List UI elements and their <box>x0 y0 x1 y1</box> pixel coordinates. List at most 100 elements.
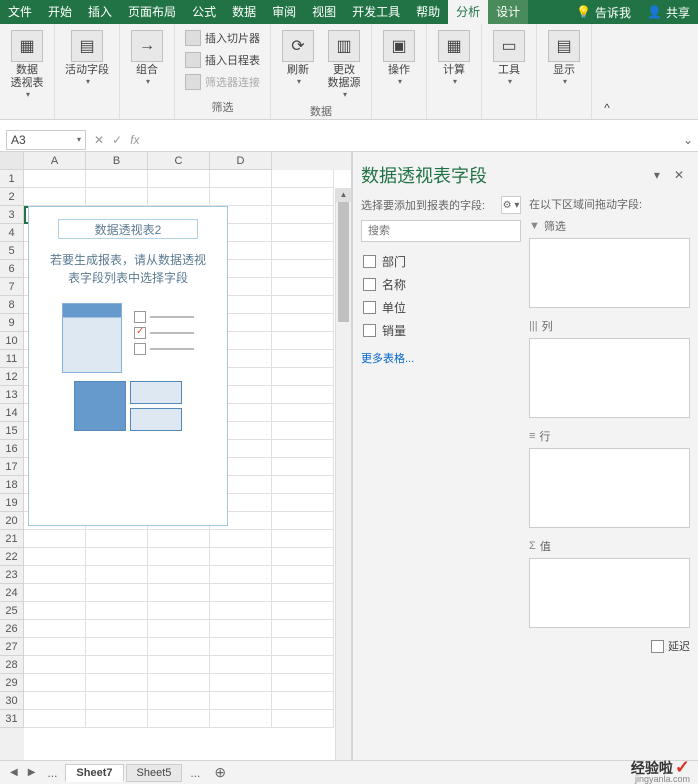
tab-file[interactable]: 文件 <box>0 0 40 24</box>
row-header[interactable]: 3 <box>0 206 24 224</box>
cell[interactable] <box>272 674 334 692</box>
cell[interactable] <box>148 170 210 188</box>
rows-drop-zone[interactable] <box>529 448 690 528</box>
cell[interactable] <box>272 494 334 512</box>
field-item-name[interactable]: 名称 <box>361 273 521 296</box>
row-header[interactable]: 26 <box>0 620 24 638</box>
share-button[interactable]: 👤 共享 <box>639 4 698 21</box>
col-header-c[interactable]: C <box>148 152 210 170</box>
cell[interactable] <box>272 692 334 710</box>
cell[interactable] <box>272 638 334 656</box>
group-button[interactable]: → 组合 ▾ <box>126 28 168 88</box>
cell[interactable] <box>86 530 148 548</box>
cell[interactable] <box>272 224 334 242</box>
insert-timeline-button[interactable]: 插入日程表 <box>181 50 264 70</box>
cell[interactable] <box>272 566 334 584</box>
cell[interactable] <box>210 692 272 710</box>
cell[interactable] <box>86 566 148 584</box>
cell[interactable] <box>86 638 148 656</box>
cell[interactable] <box>272 368 334 386</box>
tab-data[interactable]: 数据 <box>224 0 264 24</box>
row-header[interactable]: 27 <box>0 638 24 656</box>
cell[interactable] <box>148 602 210 620</box>
sheet-nav-prev[interactable]: ◀ <box>6 767 22 778</box>
row-header[interactable]: 19 <box>0 494 24 512</box>
field-item-unit[interactable]: 单位 <box>361 296 521 319</box>
cell[interactable] <box>86 602 148 620</box>
field-search-input[interactable] <box>361 220 521 242</box>
cell[interactable] <box>24 638 86 656</box>
row-header[interactable]: 29 <box>0 674 24 692</box>
row-header[interactable]: 2 <box>0 188 24 206</box>
cell[interactable] <box>272 332 334 350</box>
tab-formulas[interactable]: 公式 <box>184 0 224 24</box>
cell[interactable] <box>272 386 334 404</box>
more-tables-link[interactable]: 更多表格... <box>361 350 521 366</box>
row-header[interactable]: 25 <box>0 602 24 620</box>
tab-design[interactable]: 设计 <box>488 0 528 24</box>
formula-input[interactable] <box>147 130 678 150</box>
row-header[interactable]: 5 <box>0 242 24 260</box>
cell[interactable] <box>24 674 86 692</box>
cell[interactable] <box>210 638 272 656</box>
cell[interactable] <box>24 656 86 674</box>
cell[interactable] <box>272 188 334 206</box>
cell[interactable] <box>148 710 210 728</box>
row-header[interactable]: 13 <box>0 386 24 404</box>
row-header[interactable]: 6 <box>0 260 24 278</box>
cell[interactable] <box>210 170 272 188</box>
cell[interactable] <box>272 512 334 530</box>
field-pane-dropdown-icon[interactable]: ▾ <box>654 168 660 182</box>
cell[interactable] <box>272 548 334 566</box>
cell[interactable] <box>86 656 148 674</box>
cell[interactable] <box>24 602 86 620</box>
row-header[interactable]: 24 <box>0 584 24 602</box>
checkbox-icon[interactable] <box>363 324 376 337</box>
ribbon-collapse-button[interactable]: ^ <box>592 24 622 119</box>
filters-drop-zone[interactable] <box>529 238 690 308</box>
cancel-icon[interactable]: ✕ <box>94 133 104 147</box>
cell[interactable] <box>272 170 334 188</box>
defer-layout-checkbox[interactable]: 延迟 <box>651 638 690 654</box>
row-header[interactable]: 21 <box>0 530 24 548</box>
cell[interactable] <box>210 602 272 620</box>
tab-insert[interactable]: 插入 <box>80 0 120 24</box>
insert-slicer-button[interactable]: 插入切片器 <box>181 28 264 48</box>
cell[interactable] <box>272 278 334 296</box>
filter-connections-button[interactable]: 筛选器连接 <box>181 72 264 92</box>
cell[interactable] <box>210 620 272 638</box>
tell-me-button[interactable]: 💡 告诉我 <box>568 4 639 21</box>
field-item-department[interactable]: 部门 <box>361 250 521 273</box>
row-header[interactable]: 30 <box>0 692 24 710</box>
cell[interactable] <box>272 260 334 278</box>
sheet-tab-sheet7[interactable]: Sheet7 <box>65 764 123 782</box>
tab-developer[interactable]: 开发工具 <box>344 0 408 24</box>
row-header[interactable]: 15 <box>0 422 24 440</box>
cell[interactable] <box>86 674 148 692</box>
cell[interactable] <box>86 170 148 188</box>
pivot-table-button[interactable]: ▦ 数据 透视表 ▾ <box>6 28 48 101</box>
checkbox-icon[interactable] <box>363 278 376 291</box>
row-header[interactable]: 12 <box>0 368 24 386</box>
actions-button[interactable]: ▣ 操作 ▾ <box>378 28 420 88</box>
vertical-scrollbar[interactable]: ▲ <box>335 188 351 760</box>
cell[interactable] <box>24 188 86 206</box>
cell[interactable] <box>24 620 86 638</box>
cell[interactable] <box>86 548 148 566</box>
tools-button[interactable]: ▭ 工具 ▾ <box>488 28 530 88</box>
cell[interactable] <box>272 404 334 422</box>
row-header[interactable]: 28 <box>0 656 24 674</box>
add-sheet-button[interactable]: ⊕ <box>208 764 232 781</box>
cell[interactable] <box>148 548 210 566</box>
row-header[interactable]: 14 <box>0 404 24 422</box>
show-button[interactable]: ▤ 显示 ▾ <box>543 28 585 88</box>
row-header[interactable]: 16 <box>0 440 24 458</box>
scroll-thumb[interactable] <box>338 202 349 322</box>
cell[interactable] <box>148 674 210 692</box>
cell[interactable] <box>272 458 334 476</box>
row-header[interactable]: 17 <box>0 458 24 476</box>
row-header[interactable]: 9 <box>0 314 24 332</box>
cell[interactable] <box>86 188 148 206</box>
cell[interactable] <box>24 584 86 602</box>
cell[interactable] <box>148 566 210 584</box>
